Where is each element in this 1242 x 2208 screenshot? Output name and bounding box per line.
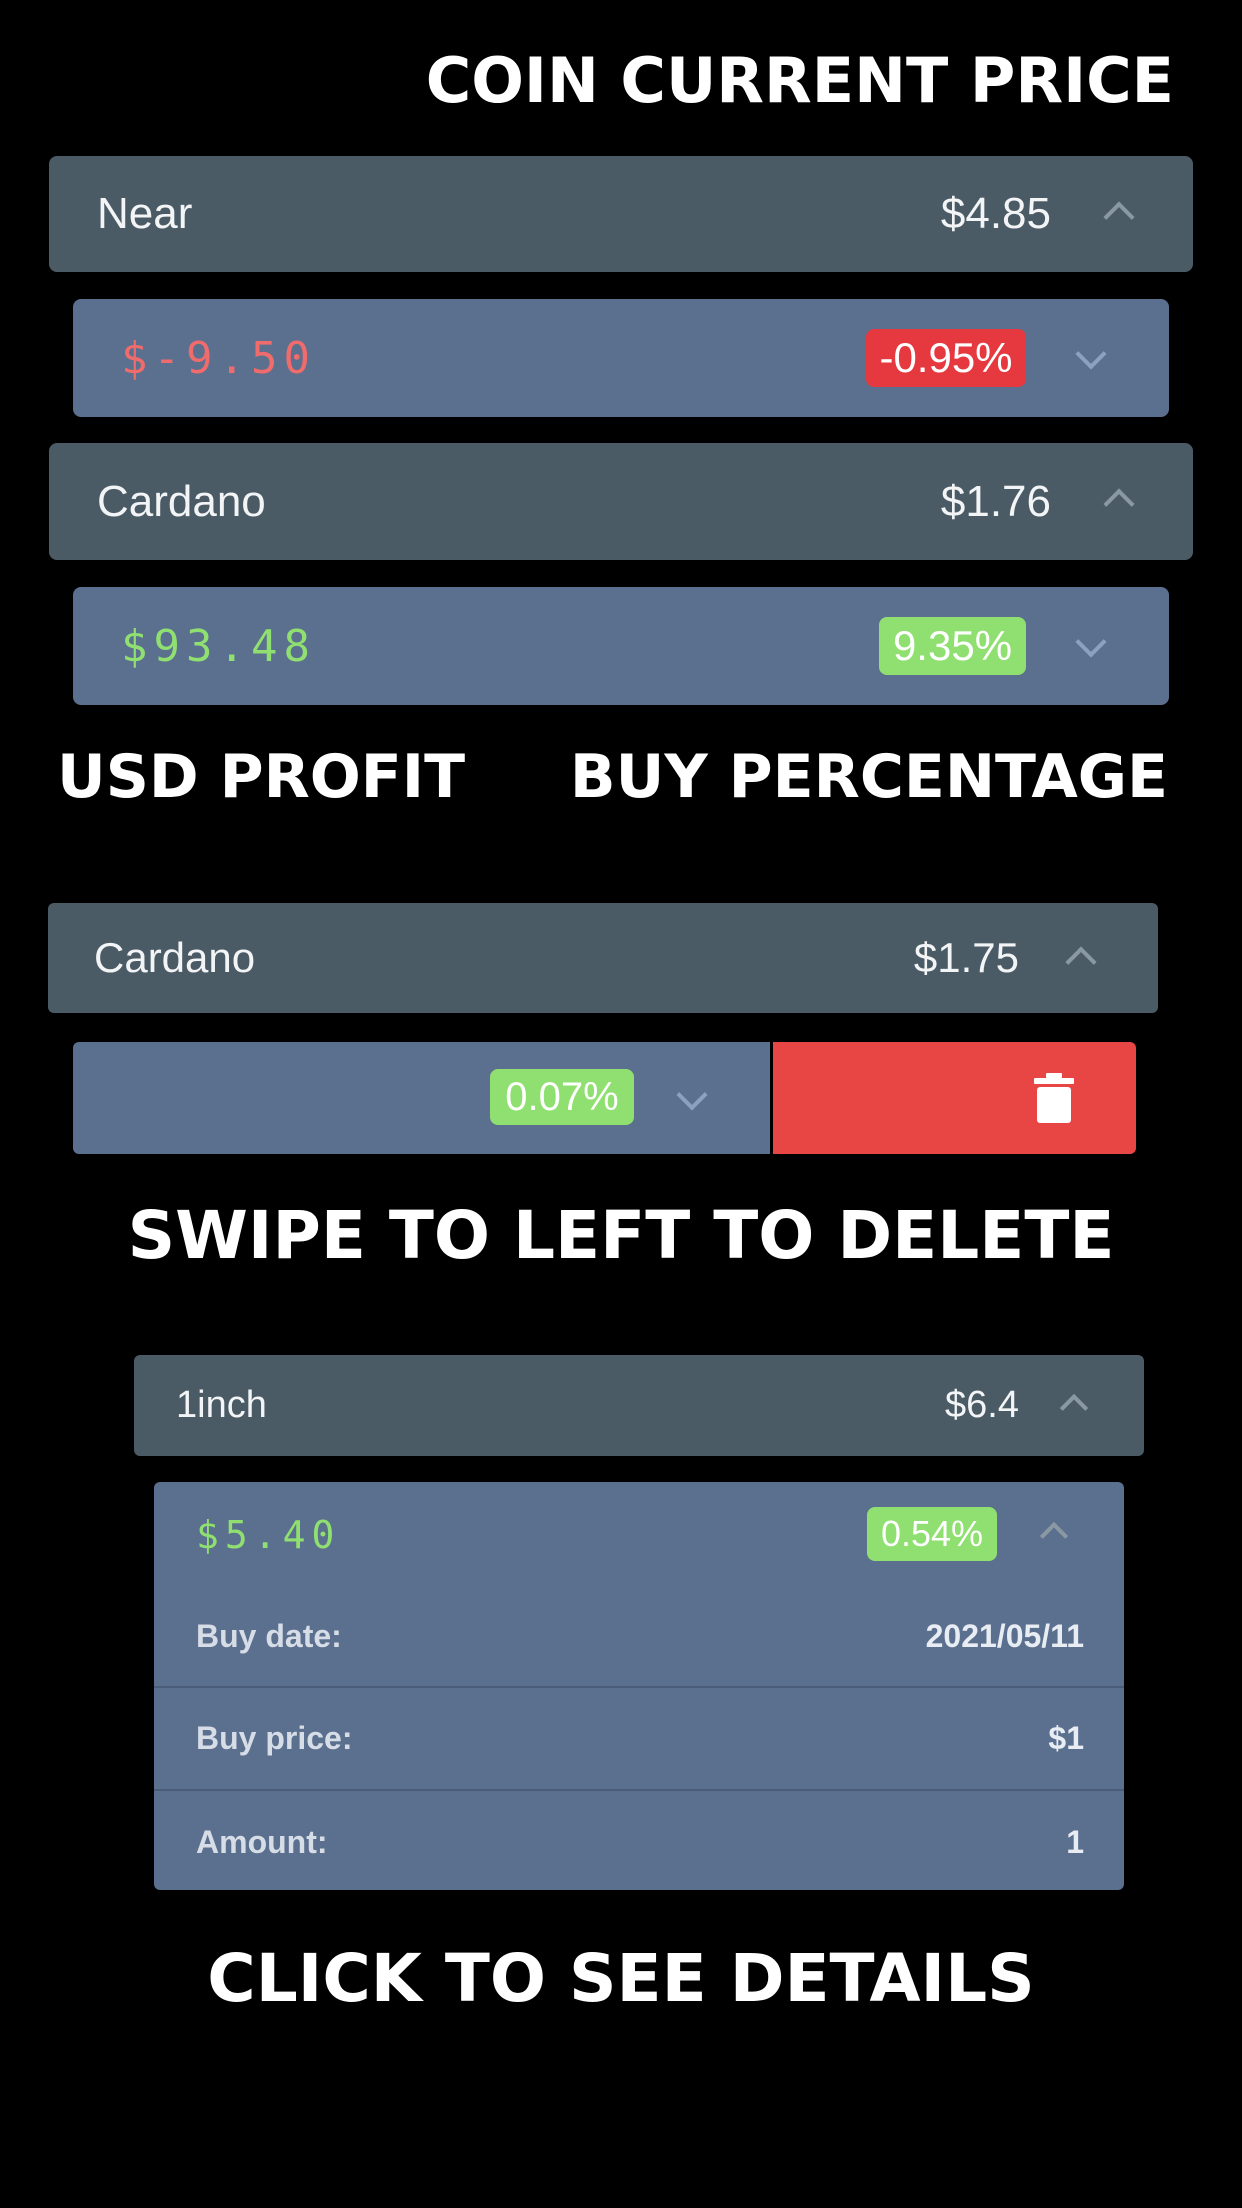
detail-value-buy-price: $1 [1048, 1720, 1084, 1756]
chevron-up-icon[interactable] [1059, 1393, 1089, 1423]
divider [154, 1686, 1124, 1688]
buy-percentage-badge: 0.54% [867, 1507, 997, 1561]
coin-row-1inch[interactable]: 1inch $6.4 [134, 1355, 1144, 1456]
chevron-down-icon[interactable] [1075, 338, 1107, 370]
coin-detail-row-near[interactable]: $-9.50 -0.95% [73, 299, 1169, 417]
chevron-up-icon[interactable] [1065, 946, 1097, 978]
coin-name: Cardano [94, 934, 256, 981]
coin-price: $6.4 [945, 1384, 1019, 1426]
coin-row-near[interactable]: Near $4.85 [49, 156, 1193, 272]
chevron-down-icon[interactable] [676, 1079, 708, 1111]
coin-detail-row-swiped[interactable]: 0.07% [73, 1042, 770, 1154]
caption-buy-percentage: BUY PERCENTAGE [569, 742, 1168, 812]
usd-profit: $5.40 [196, 1513, 341, 1557]
detail-value-amount: 1 [1066, 1824, 1084, 1860]
divider [154, 1789, 1124, 1791]
coin-name: Near [97, 189, 193, 238]
usd-profit: $93.48 [121, 620, 316, 672]
chevron-up-icon[interactable] [1103, 488, 1135, 520]
buy-percentage-badge: 0.07% [490, 1069, 634, 1125]
coin-detail-row-cardano[interactable]: $93.48 9.35% [73, 587, 1169, 705]
coin-price: $4.85 [940, 189, 1051, 238]
caption-swipe-to-delete: SWIPE TO LEFT TO DELETE [127, 1197, 1115, 1274]
detail-label-amount: Amount: [196, 1824, 328, 1860]
delete-button[interactable] [773, 1042, 1136, 1154]
coin-name: Cardano [97, 476, 266, 526]
trash-icon [1034, 1073, 1074, 1123]
coin-row-cardano-swipe[interactable]: Cardano $1.75 [48, 903, 1158, 1013]
chevron-up-icon[interactable] [1103, 201, 1135, 233]
usd-profit: $-9.50 [121, 332, 316, 384]
detail-value-buy-date: 2021/05/11 [925, 1618, 1084, 1654]
buy-percentage-badge: -0.95% [866, 329, 1026, 387]
detail-label-buy-date: Buy date: [196, 1618, 342, 1654]
chevron-up-icon[interactable] [1039, 1521, 1069, 1551]
buy-percentage-badge: 9.35% [879, 617, 1026, 675]
coin-price: $1.75 [913, 934, 1019, 981]
chevron-down-icon[interactable] [1075, 626, 1107, 658]
caption-coin-current-price: COIN CURRENT PRICE [425, 44, 1174, 117]
detail-label-buy-price: Buy price: [196, 1720, 353, 1756]
coin-name: 1inch [176, 1384, 267, 1426]
coin-price: $1.76 [940, 476, 1051, 526]
caption-usd-profit: USD PROFIT [57, 742, 466, 812]
coin-detail-panel-1inch[interactable]: $5.40 0.54% Buy date: 2021/05/11 Buy pri… [154, 1482, 1124, 1890]
caption-click-to-see-details: CLICK TO SEE DETAILS [207, 1940, 1035, 2017]
coin-row-cardano[interactable]: Cardano $1.76 [49, 443, 1193, 560]
